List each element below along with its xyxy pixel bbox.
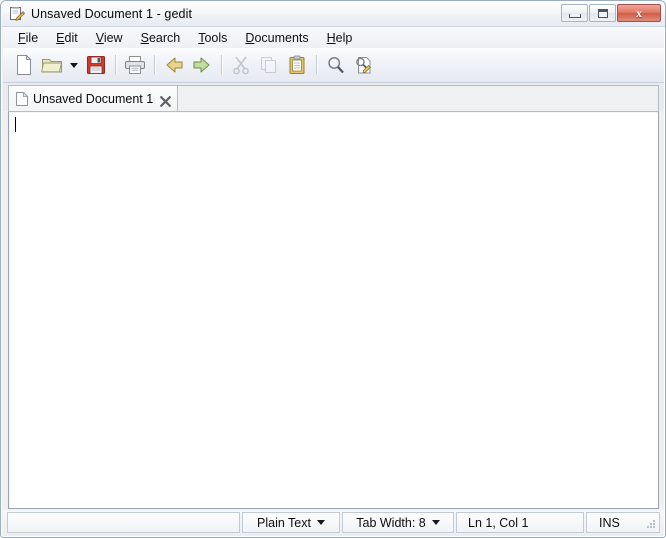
open-folder-button[interactable] — [38, 51, 66, 79]
gedit-window: Unsaved Document 1 - gedit x File Edit V… — [0, 0, 666, 538]
cut-scissors-icon — [233, 56, 249, 75]
chevron-down-icon — [70, 62, 78, 68]
tab-strip: Unsaved Document 1 — [3, 83, 664, 112]
maximize-button[interactable] — [589, 4, 616, 22]
open-dropdown-button[interactable] — [66, 51, 82, 79]
close-icon: x — [636, 6, 642, 20]
print-icon — [125, 56, 145, 74]
cut-button — [227, 51, 255, 79]
redo-icon — [193, 57, 210, 73]
gedit-notepad-pencil-icon — [9, 6, 26, 22]
menu-bar: File Edit View Search Tools Documents He… — [3, 27, 664, 48]
paste-button[interactable] — [283, 51, 311, 79]
status-bar: Plain Text Tab Width: 8 Ln 1, Col 1 INS — [3, 510, 664, 536]
tab-width-label: Tab Width: 8 — [356, 515, 426, 530]
cursor-position: Ln 1, Col 1 — [456, 512, 584, 533]
window-title: Unsaved Document 1 - gedit — [31, 7, 193, 21]
find-magnifier-icon — [328, 57, 344, 74]
insert-mode-indicator[interactable]: INS — [586, 512, 660, 533]
toolbar-separator — [115, 55, 116, 75]
language-label: Plain Text — [257, 515, 311, 530]
tab-unsaved-document-1[interactable]: Unsaved Document 1 — [9, 86, 179, 112]
menu-item-edit[interactable]: Edit — [47, 29, 87, 47]
paste-clipboard-icon — [289, 55, 305, 74]
toolbar-separator — [316, 55, 317, 75]
window-controls: x — [561, 4, 661, 22]
insert-mode-label: INS — [599, 515, 620, 530]
open-folder-icon — [41, 59, 63, 73]
title-bar[interactable]: Unsaved Document 1 - gedit x — [2, 2, 665, 27]
chevron-down-icon — [316, 520, 325, 525]
close-tab-icon[interactable] — [160, 94, 172, 107]
save-floppy-icon — [87, 56, 105, 74]
status-message — [7, 512, 240, 533]
save-button[interactable] — [82, 51, 110, 79]
replace-button[interactable] — [350, 51, 378, 79]
document-icon — [16, 91, 29, 106]
minimize-button[interactable] — [561, 4, 588, 22]
toolbar — [3, 48, 664, 83]
new-document-icon — [17, 54, 32, 75]
new-document-button[interactable] — [10, 51, 38, 79]
toolbar-separator — [221, 55, 222, 75]
chevron-down-icon — [431, 520, 440, 525]
minimize-icon — [568, 13, 581, 18]
tab-label: Unsaved Document 1 — [33, 92, 154, 106]
text-editor-area[interactable] — [9, 112, 658, 508]
menu-item-documents[interactable]: Documents — [236, 29, 317, 47]
menu-item-view[interactable]: View — [87, 29, 132, 47]
maximize-icon — [597, 8, 608, 18]
tab-width-selector[interactable]: Tab Width: 8 — [342, 512, 454, 533]
text-caret — [15, 117, 16, 132]
menu-item-help[interactable]: Help — [318, 29, 362, 47]
resize-grip-icon[interactable] — [647, 520, 656, 529]
menu-item-tools[interactable]: Tools — [189, 29, 236, 47]
menu-item-search[interactable]: Search — [132, 29, 190, 47]
close-button[interactable]: x — [617, 4, 661, 22]
undo-button[interactable] — [160, 51, 188, 79]
redo-button[interactable] — [188, 51, 216, 79]
language-selector[interactable]: Plain Text — [242, 512, 340, 533]
find-button[interactable] — [322, 51, 350, 79]
menu-item-file[interactable]: File — [9, 29, 47, 47]
tab-area: Unsaved Document 1 — [8, 85, 659, 112]
copy-icon — [261, 57, 276, 73]
toolbar-separator — [154, 55, 155, 75]
print-button[interactable] — [121, 51, 149, 79]
undo-icon — [166, 57, 183, 73]
editor-frame — [8, 111, 659, 509]
copy-button — [255, 51, 283, 79]
replace-icon — [356, 57, 371, 74]
